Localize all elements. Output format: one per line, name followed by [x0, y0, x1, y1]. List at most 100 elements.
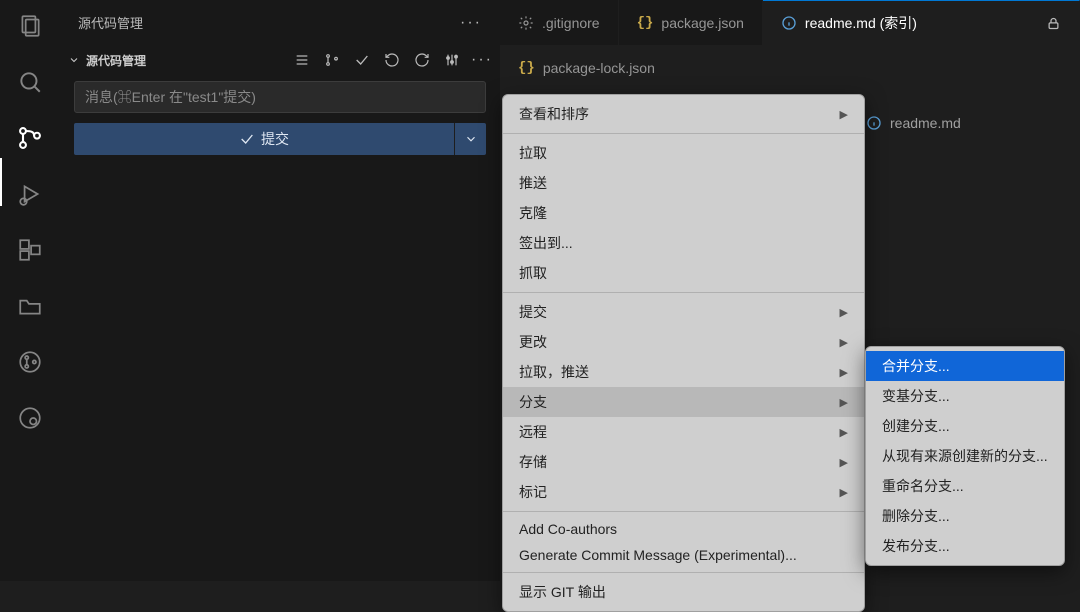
- menu-label: 显示 GIT 输出: [519, 582, 606, 602]
- folder-activity-icon[interactable]: [16, 292, 44, 320]
- menu-label: 重命名分支...: [882, 476, 964, 496]
- menu-label: 标记: [519, 482, 547, 502]
- menu-generate-commit[interactable]: Generate Commit Message (Experimental)..…: [503, 542, 864, 568]
- menu-tag[interactable]: 标记 ▶: [503, 477, 864, 507]
- submenu-rename-branch[interactable]: 重命名分支...: [866, 471, 1064, 501]
- menu-label: 存储: [519, 452, 547, 472]
- menu-label: 创建分支...: [882, 416, 950, 436]
- tab-gitignore[interactable]: .gitignore: [500, 0, 619, 45]
- submenu-publish-branch[interactable]: 发布分支...: [866, 531, 1064, 561]
- menu-label: 克隆: [519, 203, 547, 223]
- submenu-delete-branch[interactable]: 删除分支...: [866, 501, 1064, 531]
- gitlens-icon[interactable]: [16, 404, 44, 432]
- menu-label: 变基分支...: [882, 386, 950, 406]
- commit-placeholder-text: 消息(⌘Enter 在"test1"提交): [85, 87, 256, 107]
- menu-pull-push[interactable]: 拉取，推送▶: [503, 357, 864, 387]
- menu-push[interactable]: 推送: [503, 168, 864, 198]
- run-debug-icon[interactable]: [16, 180, 44, 208]
- menu-remote[interactable]: 远程 ▶: [503, 417, 864, 447]
- scm-more-icon[interactable]: ···: [472, 50, 492, 70]
- search-icon[interactable]: [16, 68, 44, 96]
- submenu-merge-branch[interactable]: 合并分支...: [866, 351, 1064, 381]
- branch-action-icon[interactable]: [322, 50, 342, 70]
- info-icon: [866, 115, 882, 131]
- chevron-down-icon: [464, 132, 478, 146]
- tab-label: readme.md (索引): [805, 13, 917, 33]
- tab-package-json[interactable]: {} package.json: [619, 0, 763, 45]
- menu-show-git-output[interactable]: 显示 GIT 输出: [503, 577, 864, 607]
- menu-pull[interactable]: 拉取: [503, 138, 864, 168]
- chevron-down-icon: [68, 54, 80, 66]
- explorer-icon[interactable]: [16, 12, 44, 40]
- menu-label: 抓取: [519, 263, 547, 283]
- chevron-right-icon: ▶: [840, 336, 848, 349]
- history-icon[interactable]: [382, 50, 402, 70]
- menu-label: 拉取: [519, 143, 547, 163]
- menu-branch[interactable]: 分支 ▶: [503, 387, 864, 417]
- menu-label: Generate Commit Message (Experimental)..…: [519, 547, 797, 563]
- gear-icon: [518, 15, 534, 31]
- checkmark-icon[interactable]: [352, 50, 372, 70]
- sidebar-more-icon[interactable]: ···: [460, 14, 482, 32]
- menu-label: 更改: [519, 332, 547, 352]
- menu-commit[interactable]: 提交▶: [503, 297, 864, 327]
- braces-icon: {}: [518, 60, 535, 76]
- editor-tab-bar: .gitignore {} package.json readme.md (索引…: [500, 0, 1080, 45]
- menu-fetch[interactable]: 抓取: [503, 258, 864, 288]
- chevron-right-icon: ▶: [840, 396, 848, 409]
- menu-label: 从现有来源创建新的分支...: [882, 446, 1048, 466]
- menu-clone[interactable]: 克隆: [503, 198, 864, 228]
- settings-toggle-icon[interactable]: [442, 50, 462, 70]
- menu-label: 分支: [519, 392, 547, 412]
- menu-label: 发布分支...: [882, 536, 950, 556]
- menu-separator: [503, 133, 864, 134]
- menu-label: Add Co-authors: [519, 521, 617, 537]
- source-control-icon[interactable]: [16, 124, 44, 152]
- submenu-create-branch[interactable]: 创建分支...: [866, 411, 1064, 441]
- chevron-right-icon: ▶: [840, 108, 848, 121]
- braces-icon: {}: [637, 15, 654, 31]
- menu-checkout[interactable]: 签出到...: [503, 228, 864, 258]
- menu-separator: [503, 292, 864, 293]
- tab-package-lock-json[interactable]: {} package-lock.json: [500, 45, 673, 90]
- git-graph-icon[interactable]: [16, 348, 44, 376]
- submenu-rebase-branch[interactable]: 变基分支...: [866, 381, 1064, 411]
- tab-label: package-lock.json: [543, 60, 655, 76]
- scm-sidebar: 源代码管理 ··· 源代码管理 ··· 消息(⌘Enter 在"test1"提交…: [60, 0, 500, 581]
- menu-stash[interactable]: 存储▶: [503, 447, 864, 477]
- tab-label: package.json: [661, 15, 744, 31]
- menu-label: 远程: [519, 422, 547, 442]
- lock-icon: [1046, 16, 1061, 31]
- menu-label: 合并分支...: [882, 356, 950, 376]
- commit-button-label: 提交: [261, 129, 289, 149]
- extensions-icon[interactable]: [16, 236, 44, 264]
- active-indicator: [0, 158, 2, 206]
- chevron-right-icon: ▶: [840, 306, 848, 319]
- menu-separator: [503, 572, 864, 573]
- menu-view-sort[interactable]: 查看和排序 ▶: [503, 99, 864, 129]
- submenu-create-branch-from[interactable]: 从现有来源创建新的分支...: [866, 441, 1064, 471]
- chevron-right-icon: ▶: [840, 426, 848, 439]
- commit-button[interactable]: 提交: [74, 123, 454, 155]
- menu-label: 推送: [519, 173, 547, 193]
- menu-label: 拉取，推送: [519, 362, 589, 382]
- branch-submenu: 合并分支... 变基分支... 创建分支... 从现有来源创建新的分支... 重…: [865, 346, 1065, 566]
- commit-dropdown-button[interactable]: [454, 123, 486, 155]
- breadcrumb-label: readme.md: [890, 115, 961, 131]
- menu-label: 删除分支...: [882, 506, 950, 526]
- scm-section-header[interactable]: 源代码管理 ···: [60, 45, 500, 75]
- tab-readme-md[interactable]: readme.md (索引): [763, 0, 1080, 45]
- menu-label: 查看和排序: [519, 104, 589, 124]
- breadcrumb[interactable]: readme.md: [866, 115, 961, 131]
- chevron-right-icon: ▶: [840, 486, 848, 499]
- view-as-tree-icon[interactable]: [292, 50, 312, 70]
- menu-changes[interactable]: 更改 ▶: [503, 327, 864, 357]
- menu-add-coauthors[interactable]: Add Co-authors: [503, 516, 864, 542]
- scm-context-menu: 查看和排序 ▶ 拉取 推送 克隆 签出到... 抓取 提交▶ 更改 ▶ 拉取，推送…: [502, 94, 865, 612]
- check-icon: [239, 131, 255, 147]
- menu-separator: [503, 511, 864, 512]
- commit-message-input[interactable]: 消息(⌘Enter 在"test1"提交): [74, 81, 486, 113]
- commit-button-row: 提交: [74, 123, 486, 155]
- refresh-icon[interactable]: [412, 50, 432, 70]
- activity-bar: [0, 0, 60, 581]
